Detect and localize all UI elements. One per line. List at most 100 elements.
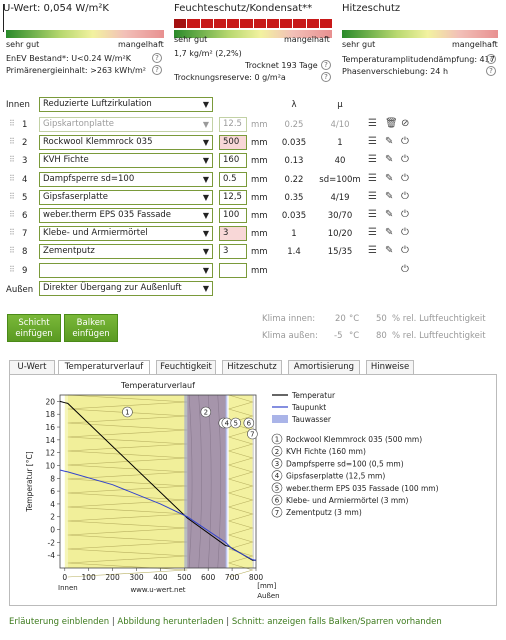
outer-climate-select[interactable]: Direkter Übergang zur Außenluft ▼ [39,281,213,296]
tab-hinweise[interactable]: Hinweise [366,360,414,375]
klima-innen-hum[interactable]: 50 [376,314,387,324]
layer-thickness-input[interactable]: 3 [219,244,247,260]
show-explanation-link[interactable]: Erläuterung einblenden [9,617,109,627]
menu-icon[interactable]: ☰ [368,173,377,184]
drag-handle-icon[interactable]: ⠿ [9,192,15,201]
power-icon[interactable]: ⏻ [401,137,409,147]
legend-number: 5 [275,484,279,492]
layer-mu: 10/20 [327,229,353,240]
edit-icon[interactable]: ✎ [385,137,393,147]
menu-icon[interactable]: ☰ [368,228,377,238]
edit-icon[interactable]: ✎ [385,155,393,165]
layer-material-select[interactable]: Rockwool Klemmrock 035 ▼ [39,135,213,151]
power-icon[interactable]: ⏻ [401,246,409,256]
layer-material-select[interactable]: weber.therm EPS 035 Fassade ▼ [39,208,213,223]
tab-hitzeschutz[interactable]: Hitzeschutz [222,360,282,375]
layer-material-select[interactable]: KVH Fichte ▼ [39,153,213,169]
x-axis-unit: [mm] [257,582,276,590]
edit-icon[interactable]: ✎ [385,210,393,220]
tab-temperaturverlauf[interactable]: Temperaturverlauf [58,360,150,375]
rating-segment [319,19,332,28]
section-link[interactable]: Schnitt: anzeigen falls Balken/Sparren v… [232,617,442,627]
feucht-bar [174,19,332,38]
disable-icon[interactable]: ⊘ [401,119,409,129]
drag-handle-icon[interactable]: ⠿ [9,137,15,146]
drag-handle-icon[interactable]: ⠿ [9,174,15,183]
power-icon[interactable]: ⏻ [401,264,409,275]
y-axis-label: Temperatur [°C] [25,451,34,512]
download-figure-link[interactable]: Abbildung herunterladen [117,617,223,627]
hitze-good: sehr gut [342,40,376,49]
unit-label: mm [251,174,268,185]
drag-handle-icon[interactable]: ⠿ [9,210,15,219]
power-icon[interactable]: ⏻ [401,155,409,165]
drag-handle-icon[interactable]: ⠿ [9,265,15,274]
menu-icon[interactable]: ☰ [368,137,377,147]
layer-material-select[interactable]: Zementputz ▼ [39,244,213,260]
inner-climate-select[interactable]: Reduzierte Luftzirkulation ▼ [39,97,213,112]
layer-thickness-input[interactable] [219,262,247,278]
menu-icon[interactable]: ☰ [368,119,377,129]
unit-label: mm [251,229,268,240]
help-icon[interactable]: ? [321,60,331,70]
menu-icon[interactable]: ☰ [368,246,377,256]
drag-handle-icon[interactable]: ⠿ [9,119,15,128]
power-icon[interactable]: ⏻ [401,210,409,220]
unit-label: mm [251,265,268,276]
col-lambda: λ [291,100,297,110]
edit-icon[interactable]: ✎ [385,228,393,238]
layer-thickness-input[interactable]: 12.5 [219,117,247,132]
layer-lambda: 0.25 [284,120,304,130]
layer-thickness-input[interactable]: 3 [219,226,247,242]
legend-number-label: KVH Fichte (160 mm) [286,447,366,456]
layer-thickness-input[interactable]: 160 [219,153,247,169]
klima-innen-temp[interactable]: 20 [335,314,346,324]
drag-handle-icon[interactable]: ⠿ [9,155,15,164]
layer-index: 8 [22,247,28,258]
menu-icon[interactable]: ☰ [368,191,377,202]
tab-uwert[interactable]: U-Wert [9,360,55,375]
dropdown-arrow-icon: ▼ [202,229,209,239]
klima-aussen-hum[interactable]: 80 [376,331,387,341]
klima-aussen-temp[interactable]: -5 [334,331,342,341]
drag-handle-icon[interactable]: ⠿ [9,246,15,255]
add-beam-button[interactable]: Balken einfügen [64,314,118,342]
power-icon[interactable]: ⏻ [401,228,409,238]
legend-number: 4 [275,472,280,480]
hitze-bad: mangelhaft [452,40,498,49]
tab-amortisierung[interactable]: Amortisierung [288,360,360,375]
layer-material-select[interactable]: ▼ [39,262,213,278]
tab-feuchtigkeit[interactable]: Feuchtigkeit [156,360,216,375]
x-tick-label: 100 [82,573,97,582]
x-tick-label: 800 [249,573,264,582]
power-icon[interactable]: ⏻ [401,191,409,202]
help-icon[interactable]: ? [152,53,162,63]
x-tick-label: 500 [177,573,192,582]
edit-icon[interactable]: ✎ [385,246,393,256]
layer-thickness-input[interactable]: 500 [219,135,247,151]
help-icon[interactable]: ? [486,54,496,64]
help-icon[interactable]: ? [486,66,496,76]
menu-icon[interactable]: ☰ [368,210,377,220]
klima-innen-unit-c: °C [349,314,360,324]
edit-icon[interactable]: ✎ [385,191,393,202]
layer-material-select[interactable]: Dampfsperre sd=100 ▼ [39,171,213,187]
power-icon[interactable]: ⏻ [401,173,409,184]
menu-icon[interactable]: ☰ [368,155,377,165]
drag-handle-icon[interactable]: ⠿ [9,228,15,237]
hitze-amp: Temperaturamplitudendämpfung: 417 [342,55,495,64]
edit-icon[interactable]: ✎ [385,173,393,184]
layer-thickness-input[interactable]: 100 [219,208,247,223]
add-layer-button[interactable]: Schicht einfügen [7,314,61,342]
feucht-bad: mangelhaft [284,35,330,44]
layer-thickness-input[interactable]: 12,5 [219,189,247,205]
layer-material-select[interactable]: Klebe- und Armiermörtel ▼ [39,226,213,242]
layer-material-select[interactable]: Gipsfaserplatte ▼ [39,189,213,205]
help-icon[interactable]: ? [152,65,162,75]
outer-label: Außen [6,285,34,295]
layer-material-select[interactable]: Gipskartonplatte ▼ [39,117,213,132]
legend-number: 3 [275,460,279,468]
trash-icon[interactable]: 🗑 [385,119,398,129]
layer-thickness-input[interactable]: 0.5 [219,171,247,187]
help-icon[interactable]: ? [321,72,331,82]
